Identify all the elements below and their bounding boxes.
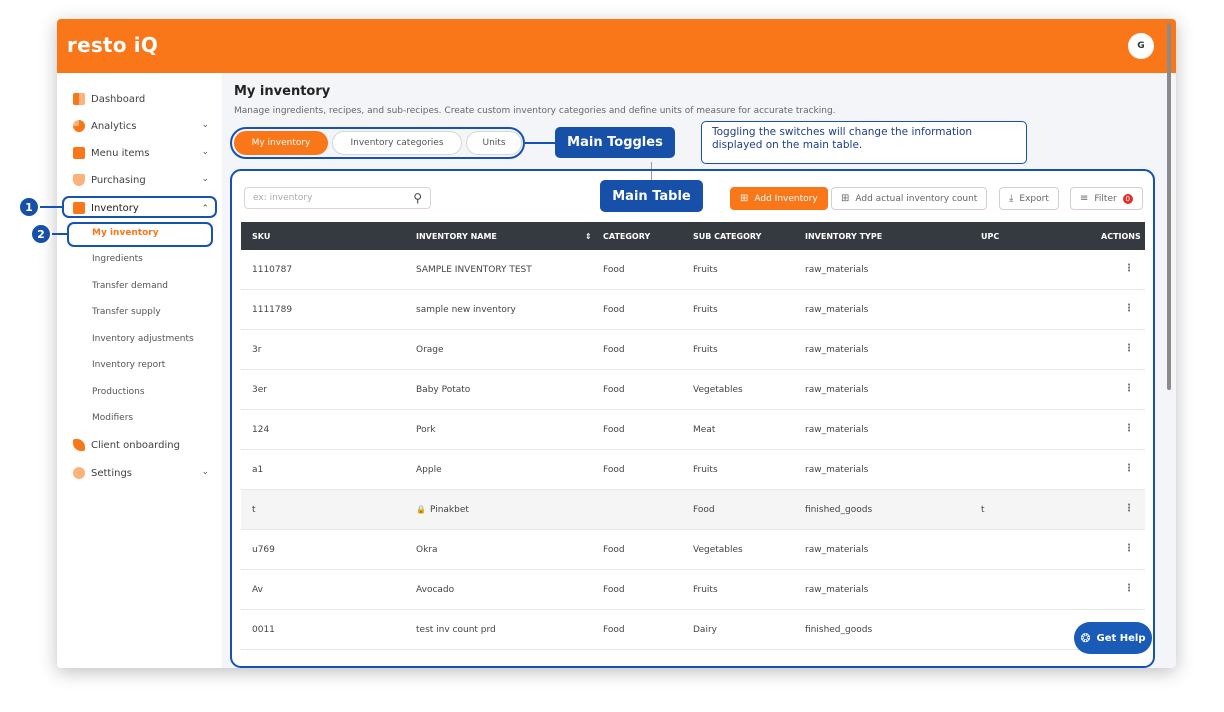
sidebar-sub-transfer-supply[interactable]: Transfer supply	[92, 304, 161, 320]
sidebar-item-label: Settings	[91, 467, 133, 479]
sidebar-item-label: Dashboard	[91, 93, 146, 105]
annotation-highlight-main-table	[230, 169, 1155, 668]
menu-grid-icon	[73, 147, 85, 159]
app-logo[interactable]: resto iQ	[67, 33, 158, 57]
sidebar-sub-transfer-demand[interactable]: Transfer demand	[92, 278, 168, 294]
dashboard-icon	[73, 93, 85, 105]
sidebar-sub-ingredients[interactable]: Ingredients	[92, 251, 143, 267]
chevron-down-icon[interactable]: ⌄	[201, 174, 209, 184]
annotation-highlight-toggles	[230, 127, 525, 159]
sidebar-item-label: Analytics	[91, 120, 137, 132]
sidebar: Dashboard Analytics ⌄ Menu items ⌄ Purch…	[57, 73, 222, 668]
sidebar-item-dashboard[interactable]: Dashboard	[73, 90, 209, 108]
annotation-toggle-note: Toggling the switches will change the in…	[701, 121, 1027, 164]
annotation-highlight-my-inventory	[67, 222, 213, 247]
page-description: Manage ingredients, recipes, and sub-rec…	[234, 106, 836, 116]
sidebar-item-client-onboarding[interactable]: Client onboarding	[73, 436, 209, 454]
get-help-label: Get Help	[1096, 632, 1146, 644]
sidebar-item-label: Purchasing	[91, 174, 146, 186]
sidebar-sub-inventory-adjustments[interactable]: Inventory adjustments	[92, 331, 194, 347]
annotation-badge-2: 2	[30, 223, 52, 245]
sidebar-item-analytics[interactable]: Analytics ⌄	[73, 117, 209, 135]
gear-icon	[73, 467, 85, 479]
chevron-down-icon[interactable]: ⌄	[201, 147, 209, 157]
sidebar-item-label: Menu items	[91, 147, 150, 159]
annotation-highlight-inventory	[62, 196, 217, 218]
annotation-main-toggles: Main Toggles	[555, 127, 675, 158]
sidebar-item-settings[interactable]: Settings ⌄	[73, 464, 209, 482]
sidebar-item-purchasing[interactable]: Purchasing ⌄	[73, 171, 209, 189]
annotation-badge-1: 1	[18, 196, 40, 218]
page-scrollbar[interactable]	[1165, 21, 1173, 661]
page-title: My inventory	[234, 84, 331, 99]
annotation-connector	[525, 142, 555, 144]
chevron-down-icon[interactable]: ⌄	[201, 467, 209, 477]
user-avatar[interactable]: G	[1128, 33, 1154, 59]
chevron-down-icon[interactable]: ⌄	[201, 120, 209, 130]
annotation-connector	[52, 233, 67, 235]
top-bar: resto iQ G	[57, 19, 1176, 73]
get-help-button[interactable]: ❂ Get Help	[1074, 622, 1152, 654]
sidebar-item-menu-items[interactable]: Menu items ⌄	[73, 144, 209, 162]
annotation-note-line2: displayed on the main table.	[712, 139, 863, 151]
scrollbar-thumb[interactable]	[1167, 23, 1171, 390]
annotation-connector	[40, 206, 62, 208]
pie-chart-icon	[73, 120, 85, 132]
sidebar-item-label: Client onboarding	[91, 439, 180, 451]
sidebar-sub-inventory-report[interactable]: Inventory report	[92, 357, 165, 373]
sidebar-sub-modifiers[interactable]: Modifiers	[92, 410, 133, 426]
help-icon: ❂	[1080, 631, 1091, 645]
rocket-icon	[73, 439, 85, 451]
annotation-note-line1: Toggling the switches will change the in…	[712, 126, 973, 138]
cart-icon	[73, 174, 85, 186]
annotation-main-table: Main Table	[600, 180, 703, 212]
sidebar-sub-productions[interactable]: Productions	[92, 384, 145, 400]
